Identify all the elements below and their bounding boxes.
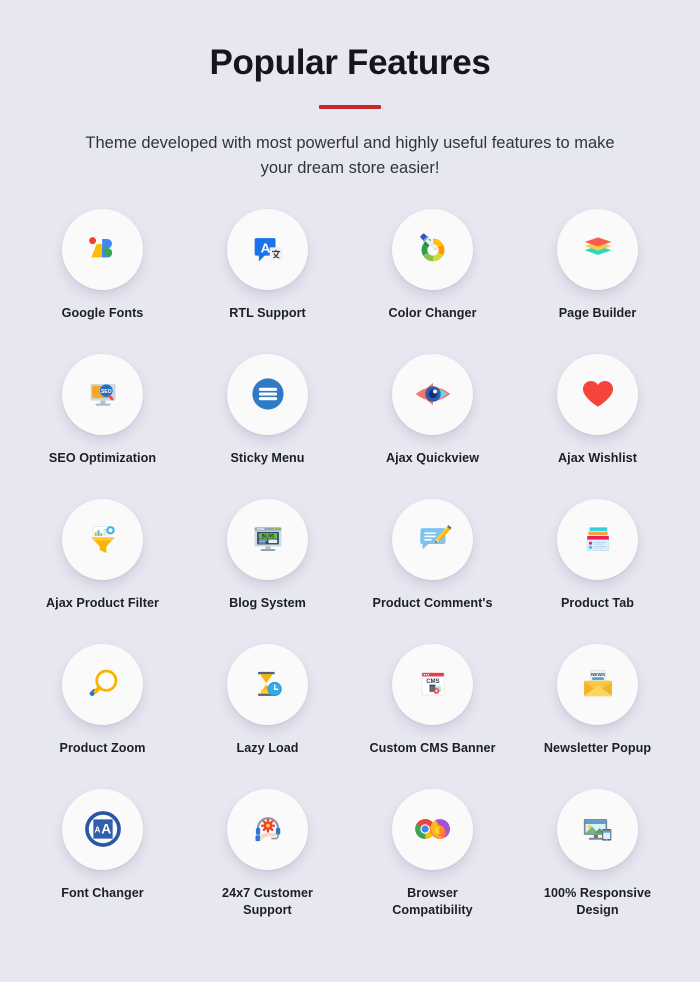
- page-title: Popular Features: [209, 43, 491, 82]
- feature-label: Product Comment's: [372, 595, 493, 610]
- feature-label: Browser Compatibility: [392, 885, 473, 917]
- feature-label: 24x7 Customer Support: [222, 885, 313, 917]
- font-size-icon: A A: [81, 807, 125, 851]
- icon-circle: [227, 643, 308, 725]
- icon-circle: [557, 353, 638, 435]
- svg-text:A: A: [260, 240, 270, 255]
- feature-label: Ajax Quickview: [385, 450, 480, 465]
- feature-label: Color Changer: [388, 305, 477, 320]
- svg-text:A: A: [94, 826, 100, 835]
- eye-icon: [411, 372, 455, 416]
- icon-circle: [227, 353, 308, 435]
- icon-circle: [392, 353, 473, 435]
- feature-item-font-changer[interactable]: A A Font Changer: [20, 785, 185, 930]
- svg-text:BLOG: BLOG: [261, 534, 273, 540]
- feature-item-browser-compatibility[interactable]: Browser Compatibility: [350, 785, 515, 930]
- icon-circle: [392, 208, 473, 290]
- feature-label: Product Tab: [560, 595, 635, 610]
- headset-support-icon: [248, 809, 288, 849]
- hamburger-menu-icon: [246, 372, 290, 416]
- svg-text:A: A: [101, 822, 111, 837]
- icon-circle: [62, 208, 143, 290]
- feature-item-google-fonts[interactable]: Google Fonts: [20, 205, 185, 350]
- heart-icon: [579, 375, 617, 413]
- feature-item-lazy-load[interactable]: Lazy Load: [185, 640, 350, 785]
- feature-label: Font Changer: [61, 885, 144, 900]
- browsers-icon: [411, 807, 455, 851]
- feature-label: Sticky Menu: [230, 450, 305, 465]
- feature-item-product-comments[interactable]: Product Comment's: [350, 495, 515, 640]
- feature-label: Google Fonts: [61, 305, 144, 320]
- feature-label: Custom CMS Banner: [369, 740, 496, 755]
- magnifier-icon: [83, 664, 123, 704]
- tab-list-icon: [578, 519, 618, 559]
- funnel-filter-icon: [83, 519, 123, 559]
- icon-circle: [392, 788, 473, 870]
- svg-text:SEO: SEO: [101, 389, 112, 395]
- icon-circle: [557, 498, 638, 580]
- icon-circle: [62, 498, 143, 580]
- feature-item-ajax-wishlist[interactable]: Ajax Wishlist: [515, 350, 680, 495]
- feature-label: SEO Optimization: [48, 450, 157, 465]
- icon-circle: [557, 788, 638, 870]
- translate-icon: A: [248, 229, 288, 269]
- cms-window-icon: CMS: [414, 665, 452, 703]
- responsive-devices-icon: [578, 809, 618, 849]
- feature-label: RTL Support: [229, 305, 306, 320]
- feature-item-rtl-support[interactable]: A RTL Support: [185, 205, 350, 350]
- icon-circle: CMS: [392, 643, 473, 725]
- color-picker-icon: [412, 228, 454, 270]
- hourglass-clock-icon: [248, 664, 288, 704]
- feature-label: Ajax Wishlist: [558, 450, 637, 465]
- icon-circle: [392, 498, 473, 580]
- title-underline-rule: [319, 105, 381, 109]
- feature-item-ajax-product-filter[interactable]: Ajax Product Filter: [20, 495, 185, 640]
- feature-label: Blog System: [229, 595, 306, 610]
- feature-item-seo-optimization[interactable]: SEO SEO Optimization: [20, 350, 185, 495]
- feature-item-page-builder[interactable]: Page Builder: [515, 205, 680, 350]
- feature-label: Page Builder: [558, 305, 637, 320]
- feature-label: Product Zoom: [59, 740, 146, 755]
- svg-text:CMS: CMS: [426, 679, 439, 685]
- section-header: Popular Features Theme developed with mo…: [0, 0, 700, 181]
- section-subtitle: Theme developed with most powerful and h…: [85, 134, 615, 177]
- layers-icon: [578, 229, 618, 269]
- feature-item-color-changer[interactable]: Color Changer: [350, 205, 515, 350]
- popular-features-page: Popular Features Theme developed with mo…: [0, 0, 700, 982]
- svg-text:NEWS: NEWS: [591, 672, 605, 677]
- feature-item-ajax-quickview[interactable]: Ajax Quickview: [350, 350, 515, 495]
- icon-circle: BLOG: [227, 498, 308, 580]
- feature-item-product-tab[interactable]: Product Tab: [515, 495, 680, 640]
- feature-label: Lazy Load: [236, 740, 299, 755]
- icon-circle: NEWS: [557, 643, 638, 725]
- feature-item-product-zoom[interactable]: Product Zoom: [20, 640, 185, 785]
- feature-item-custom-cms-banner[interactable]: CMS Custom CMS Banner: [350, 640, 515, 785]
- feature-label: Newsletter Popup: [543, 740, 652, 755]
- feature-item-newsletter-popup[interactable]: NEWS Newsletter Popup: [515, 640, 680, 785]
- google-fonts-icon: [83, 229, 123, 269]
- icon-circle: [227, 788, 308, 870]
- feature-label: Ajax Product Filter: [46, 595, 159, 610]
- feature-item-customer-support[interactable]: 24x7 Customer Support: [185, 785, 350, 930]
- blog-monitor-icon: BLOG: [248, 519, 288, 559]
- icon-circle: [557, 208, 638, 290]
- comment-pencil-icon: [413, 519, 453, 559]
- icon-circle: A A: [62, 788, 143, 870]
- feature-item-sticky-menu[interactable]: Sticky Menu: [185, 350, 350, 495]
- seo-monitor-icon: SEO: [83, 374, 123, 414]
- icon-circle: [62, 643, 143, 725]
- feature-grid: Google Fonts A RTL Support Color Changer…: [20, 181, 680, 930]
- icon-circle: SEO: [62, 353, 143, 435]
- icon-circle: A: [227, 208, 308, 290]
- feature-item-responsive-design[interactable]: 100% Responsive Design: [515, 785, 680, 930]
- feature-item-blog-system[interactable]: BLOG Blog System: [185, 495, 350, 640]
- newsletter-envelope-icon: NEWS: [578, 664, 618, 704]
- feature-label: 100% Responsive Design: [543, 885, 652, 917]
